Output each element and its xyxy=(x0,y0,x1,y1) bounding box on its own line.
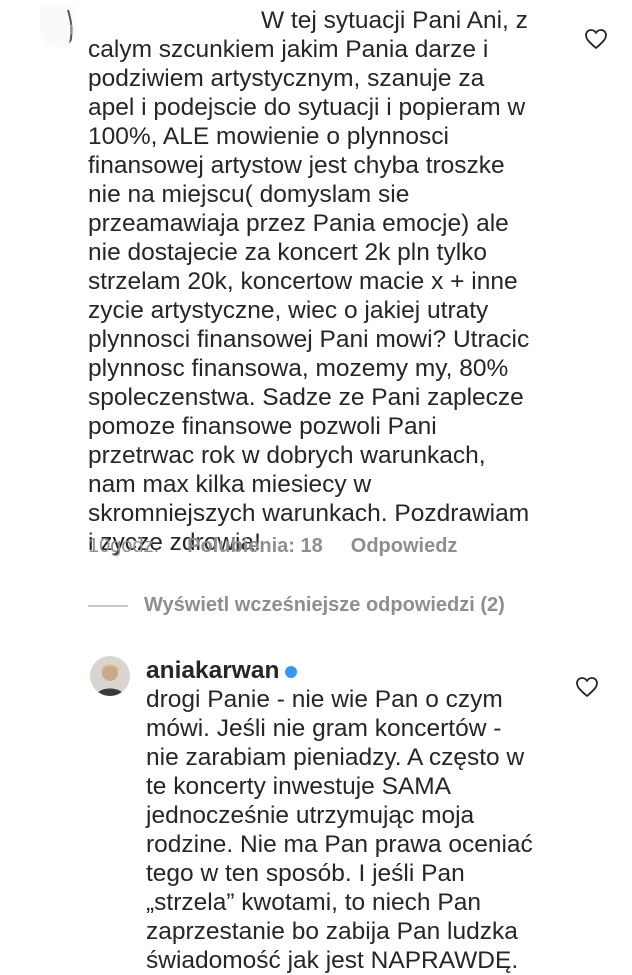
reply-line: jednocześnie utrzymując moja xyxy=(146,802,475,829)
reply-line: nie zarabiam pieniadzy. A często w xyxy=(146,744,525,771)
avatar-image-icon xyxy=(67,9,73,45)
comment-line: nam max kilka miesiecy w xyxy=(88,471,372,498)
avatar-image-icon xyxy=(90,656,130,696)
reply-line: zaprzestanie bo zabija Pan ludzka xyxy=(146,918,518,945)
reply-button[interactable]: Odpowiedz xyxy=(351,535,458,558)
comment-line: strzelam 20k, koncertow macie x + inne xyxy=(88,268,518,295)
comment-line: W tej sytuacji Pani Ani, z xyxy=(261,7,528,34)
view-earlier-replies-button[interactable]: Wyświetl wcześniejsze odpowiedzi (2) xyxy=(88,594,505,617)
comment-line: nie dostajecie za koncert 2k pln tylko xyxy=(88,239,488,266)
comment-meta: 10godz. Polubienia: 18 Odpowiedz xyxy=(88,535,457,558)
likes-count[interactable]: Polubienia: 18 xyxy=(187,535,323,558)
heart-outline-icon[interactable] xyxy=(584,28,608,50)
comment-line: plynnosci finansowej Pani mowi? Utracic xyxy=(88,326,530,353)
comment-line: podziwiem artystycznym, szanuje za xyxy=(88,65,485,92)
reply-text: aniakarwan drogi Panie - nie wie Pan o c… xyxy=(146,656,566,975)
comment-line: pomoze finansowe pozwoli Pani xyxy=(88,413,437,440)
divider-line xyxy=(88,604,128,607)
view-replies-label: Wyświetl wcześniejsze odpowiedzi (2) xyxy=(144,594,505,616)
comment-line: skromniejszych warunkach. Pozdrawiam xyxy=(88,500,530,527)
comment-line: plynnosc finansowa, mozemy my, 80% xyxy=(88,355,509,382)
avatar[interactable] xyxy=(90,656,130,696)
comment-line: 100%, ALE mowienie o plynnosci xyxy=(88,123,449,150)
comment-line: nie na miejscu( domyslam sie xyxy=(88,181,410,208)
heart-outline-icon[interactable] xyxy=(575,676,599,698)
reply-line: świadomość jak jest NAPRAWDĘ. xyxy=(146,947,519,974)
reply-header: aniakarwan xyxy=(146,656,566,685)
comment-line: apel i podejscie do sytuacji i popieram … xyxy=(88,94,526,121)
reply-line: tego w ten sposób. I jeśli Pan xyxy=(146,860,465,887)
comment-text: W tej sytuacji Pani Ani, z calym szcunki… xyxy=(88,6,558,557)
comment-line: przeamawiaja przez Pania emocje) ale xyxy=(88,210,509,237)
reply-line: „strzela” kwotami, to niech Pan xyxy=(146,889,481,916)
comment-line: przetrwac rok w dobrych warunkach, xyxy=(88,442,486,469)
reply-line: mówi. Jeśli nie gram koncertów - xyxy=(146,715,502,742)
comment-line: calym szcunkiem jakim Pania darze i xyxy=(88,36,489,63)
comment-line: spoleczenstwa. Sadze ze Pani zaplecze xyxy=(88,384,524,411)
comment-time: 10godz. xyxy=(88,535,160,557)
reply-line: rodzine. Nie ma Pan prawa oceniać xyxy=(146,831,533,858)
reply-line: drogi Panie - nie wie Pan o czym xyxy=(146,686,503,713)
username[interactable]: aniakarwan xyxy=(146,657,279,684)
comment-line: finansowej artystow jest chyba troszke xyxy=(88,152,505,179)
comment-line: zycie artystyczne, wiec o jakiej utraty xyxy=(88,297,489,324)
verified-icon xyxy=(285,665,298,678)
avatar[interactable] xyxy=(40,6,76,48)
reply-line: te koncerty inwestuje SAMA xyxy=(146,773,452,800)
